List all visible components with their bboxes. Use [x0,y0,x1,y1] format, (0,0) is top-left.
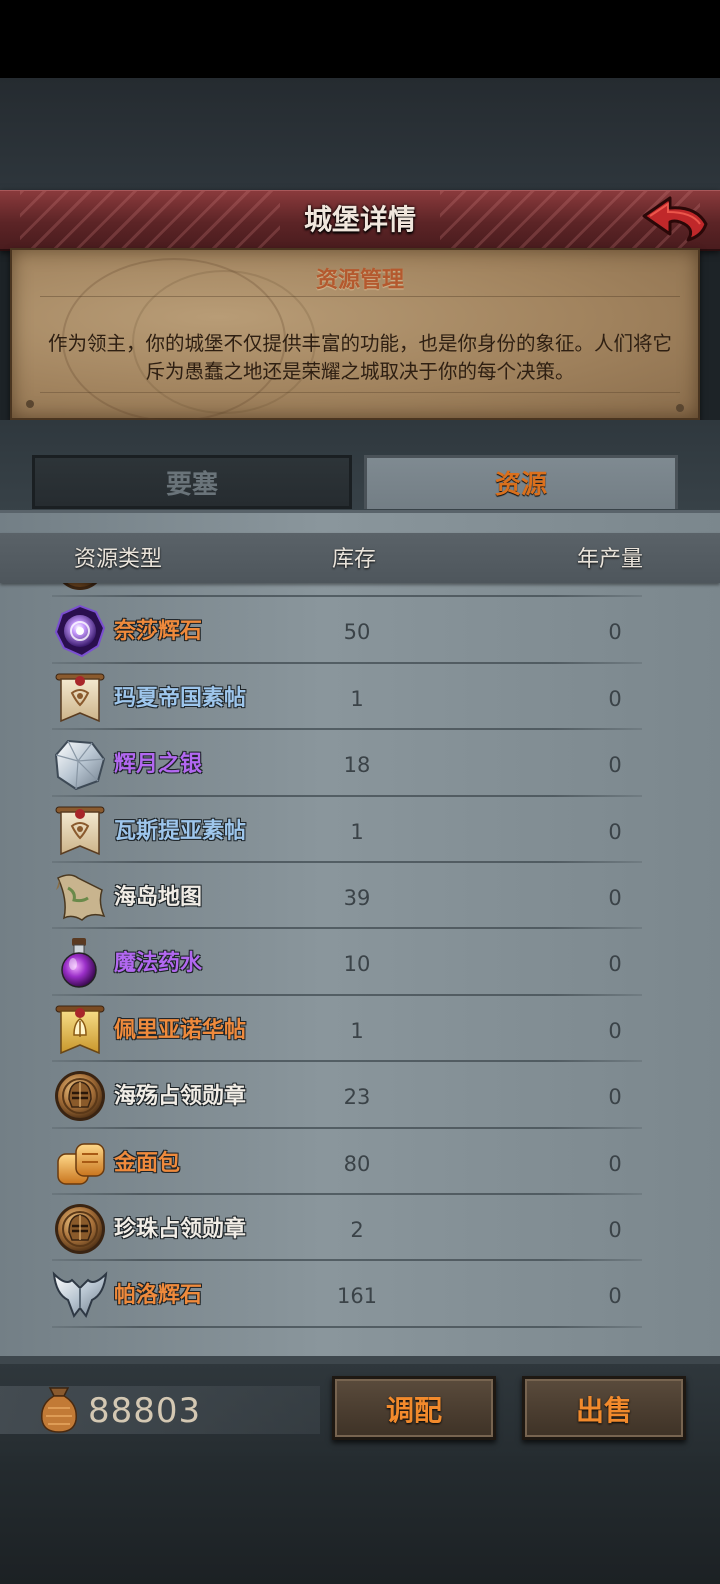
info-description: 作为领主，你的城堡不仅提供丰富的功能，也是你身份的象征。人们将它斥为愚蠢之地还是… [47,332,672,383]
list-item[interactable]: 瓦斯提亚素帖 1 0 [0,797,720,863]
resource-name: 玛夏帝国素帖 [114,685,247,711]
resource-yield: 0 [608,1217,622,1242]
list-item[interactable]: 海岛地图 39 0 [0,863,720,930]
back-button[interactable] [640,194,710,244]
resource-stock: 18 [343,753,371,778]
divider [40,296,680,297]
resource-name: 海殇占领勋章 [114,1084,247,1110]
medal-icon [52,1069,108,1123]
resource-stock: 39 [343,885,371,910]
list-item[interactable]: 帕洛辉石 161 0 [0,1261,720,1328]
silver-emblem-icon [52,1268,108,1322]
list-item[interactable]: 玛夏帝国素帖 1 0 [0,664,720,731]
resource-yield: 0 [608,753,622,778]
gold-sack-icon [36,1384,82,1434]
resource-name: 魔法药水 [114,951,203,977]
silver-crystal-icon [52,737,108,791]
resource-stock: 10 [343,952,371,977]
resource-stock: 80 [343,1151,371,1176]
list-item[interactable]: 奈莎辉石 50 0 [0,597,720,664]
resource-yield: 0 [608,686,622,711]
map-icon [52,870,108,924]
column-header-type: 资源类型 [74,547,163,572]
resource-stock: 161 [336,1284,378,1309]
resource-name: 帕洛辉石 [114,1283,203,1309]
gold-banner-icon [52,1003,108,1057]
rivet [26,400,34,408]
resource-stock: 23 [343,1085,371,1110]
resource-yield: 0 [608,885,622,910]
tab-resources[interactable]: 资源 [364,455,678,509]
sell-button[interactable]: 出售 [522,1376,686,1440]
potion-icon [52,936,108,990]
rivet [676,404,684,412]
list-item[interactable]: 佩里亚诺华帖 1 0 [0,996,720,1063]
tab-fortress[interactable]: 要塞 [32,455,352,509]
resource-name: 珍珠占领勋章 [114,1216,247,1242]
background-bottom [0,1456,720,1584]
column-header-yield: 年产量 [577,547,644,572]
banner-scroll-icon [52,671,108,725]
resource-list[interactable]: 环谷占领勋章280奈莎辉石500玛夏帝国素帖10辉月之银180瓦斯提亚素帖10海… [0,583,720,1352]
row-divider [52,1325,642,1328]
divider [40,392,680,393]
list-item[interactable]: 辉月之银 18 0 [0,730,720,797]
background-top [0,78,720,190]
resource-name: 海岛地图 [114,884,203,910]
resource-name: 瓦斯提亚素帖 [114,818,247,844]
resource-yield: 0 [608,1085,622,1110]
resource-name: 辉月之银 [114,752,203,778]
resource-name: 奈莎辉石 [114,619,203,645]
list-item[interactable]: 珍珠占领勋章 2 0 [0,1195,720,1262]
medal-icon [52,583,108,592]
resource-stock: 1 [350,686,364,711]
title-bar: 城堡详情 [0,190,720,251]
resource-yield: 0 [608,1018,622,1043]
gold-amount: 88803 [88,1391,202,1431]
bread-icon [52,1136,108,1190]
resource-yield: 0 [608,1284,622,1309]
list-item[interactable]: 魔法药水 10 0 [0,929,720,996]
column-header-stock: 库存 [332,547,377,572]
list-item[interactable]: 海殇占领勋章 23 0 [0,1062,720,1129]
resource-yield: 0 [608,620,622,645]
banner-scroll-icon [52,804,108,858]
medal-icon [52,1202,108,1256]
resource-yield: 0 [608,1151,622,1176]
page-title: 城堡详情 [303,203,416,236]
purple-gem-icon [52,604,108,658]
back-arrow-icon [642,196,708,242]
resource-stock: 2 [350,1217,364,1242]
resource-yield: 0 [608,952,622,977]
resource-stock: 1 [350,1018,364,1043]
resource-stock: 50 [343,620,371,645]
panel-edge [0,1356,720,1364]
resource-stock: 1 [350,819,364,844]
resource-yield: 0 [608,819,622,844]
resource-name: 金面包 [114,1150,181,1176]
resource-name: 佩里亚诺华帖 [114,1017,247,1043]
info-title: 资源管理 [315,268,404,293]
status-bar [0,0,720,78]
list-item[interactable]: 金面包 80 0 [0,1129,720,1195]
list-item[interactable]: 环谷占领勋章280 [0,583,720,598]
mix-button[interactable]: 调配 [332,1376,496,1440]
